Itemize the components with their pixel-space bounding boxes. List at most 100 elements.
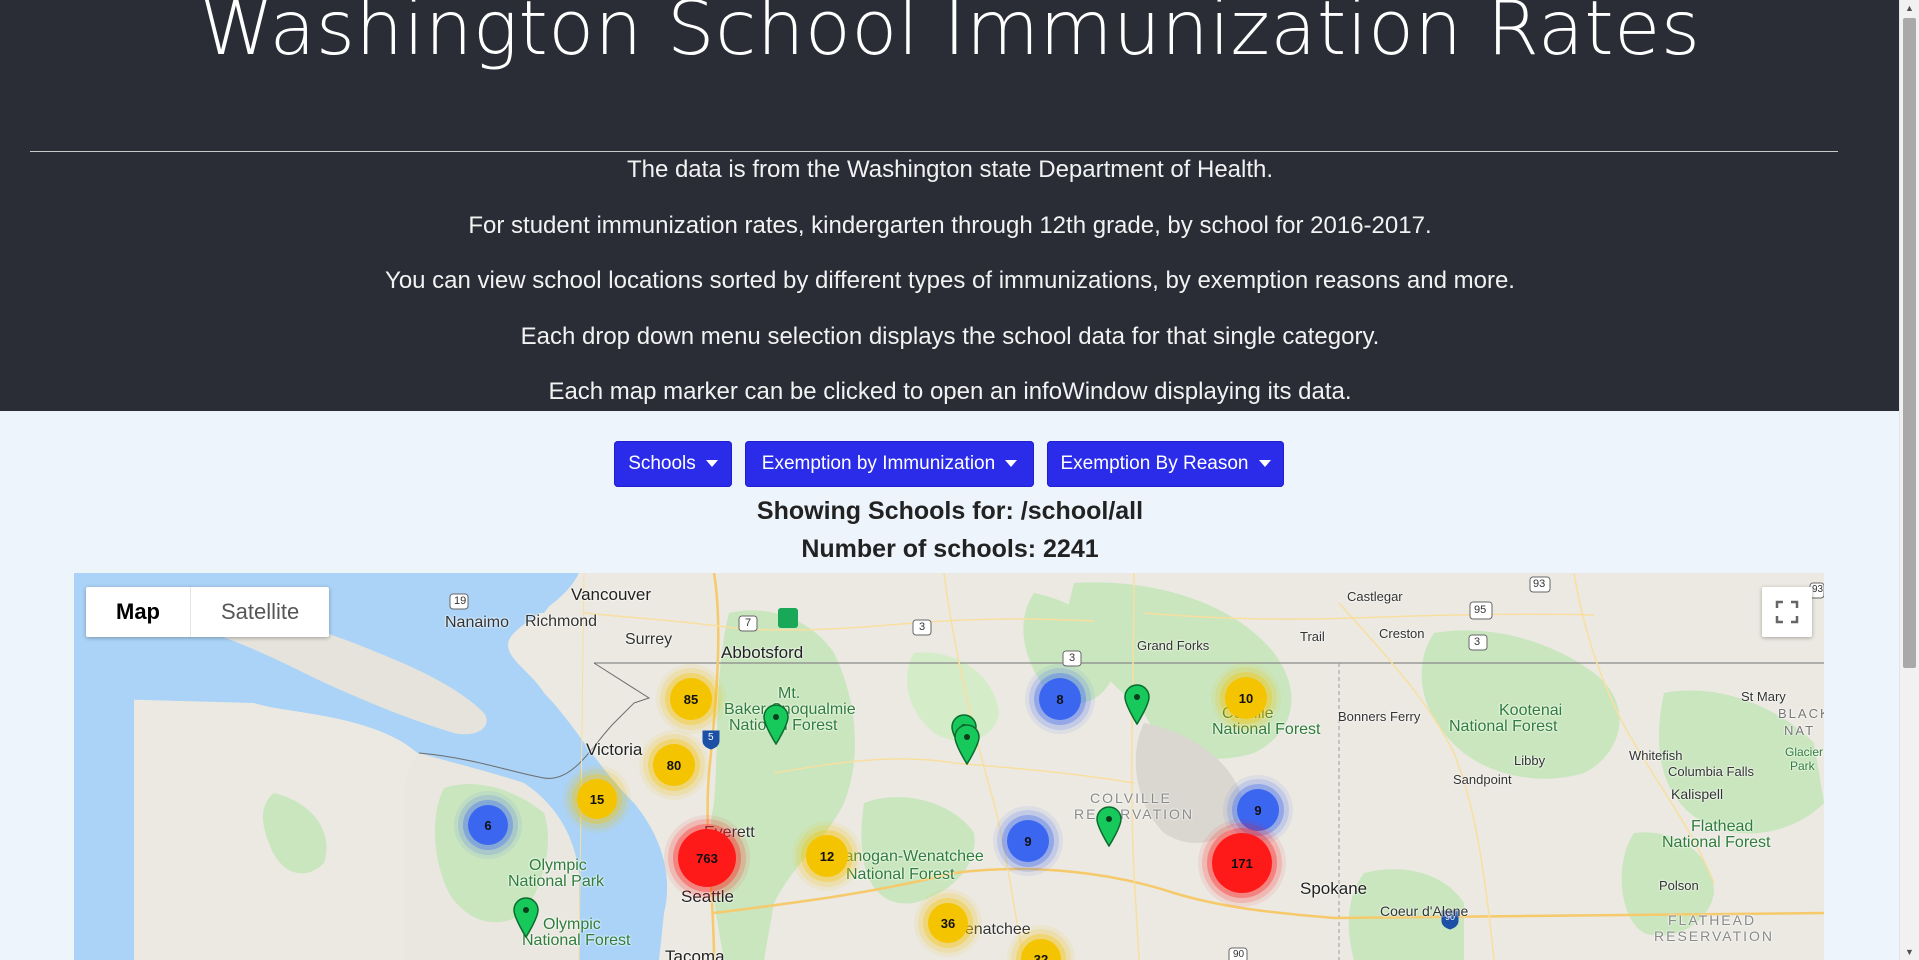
school-cluster-marker[interactable]: 85: [670, 678, 712, 720]
route-shield-label: 3: [1474, 636, 1481, 648]
route-shield-label: 93: [1533, 578, 1546, 590]
school-cluster-marker[interactable]: 12: [806, 835, 848, 877]
map-type-satellite-button[interactable]: Satellite: [191, 587, 329, 637]
place-label: Seattle: [681, 887, 734, 906]
route-shield-label: 19: [454, 595, 467, 607]
place-label: BLACK: [1778, 706, 1824, 721]
cluster-count: 36: [940, 915, 956, 931]
cluster-count: 12: [819, 848, 835, 864]
place-label: Abbotsford: [721, 643, 804, 662]
place-label: Whitefish: [1629, 748, 1683, 763]
scroll-down-icon[interactable]: ▼: [1900, 944, 1919, 960]
cluster-count: 10: [1238, 690, 1254, 706]
place-label: COLVILLE: [1090, 790, 1172, 806]
place-label: Polson: [1659, 878, 1699, 893]
place-label: National Forest: [1662, 834, 1771, 851]
description-line: You can view school locations sorted by …: [385, 267, 1515, 294]
page-scrollbar[interactable]: ▲ ▼: [1899, 0, 1919, 960]
route-shield-label: 90: [1233, 949, 1245, 960]
place-label: Park: [1790, 759, 1815, 773]
description-line: Each drop down menu selection displays t…: [520, 323, 1380, 350]
cluster-count: 9: [1024, 833, 1032, 849]
page-title: Washington School Immunization Rates: [199, 0, 1701, 72]
place-label: St Mary: [1741, 689, 1786, 704]
place-label: Spokane: [1300, 879, 1368, 898]
route-shield-label: 3: [1069, 652, 1076, 664]
exemption-by-reason-dropdown-button[interactable]: Exemption By Reason: [1047, 441, 1284, 487]
cluster-count: 6: [484, 817, 492, 833]
page-header: Washington School Immunization Rates The…: [0, 0, 1900, 411]
map-type-control: Map Satellite: [86, 587, 330, 637]
caret-down-icon: [705, 459, 718, 467]
school-cluster-marker[interactable]: 9: [1007, 820, 1049, 862]
place-label: Grand Forks: [1137, 638, 1210, 653]
map-background: [74, 573, 1824, 960]
cluster-count: 9: [1254, 802, 1262, 818]
place-label: RESERVATION: [1074, 806, 1195, 822]
cluster-count: 763: [696, 850, 718, 866]
place-label: National Forest: [846, 866, 955, 883]
fullscreen-button[interactable]: [1762, 587, 1812, 637]
caret-down-icon: [1258, 459, 1271, 467]
place-label: Libby: [1514, 753, 1546, 768]
place-label: National Forest: [1449, 718, 1558, 735]
place-label: Vancouver: [571, 585, 652, 604]
place-label: NAT: [1784, 723, 1816, 738]
header-divider: [30, 151, 1838, 152]
exemption-by-immunization-label: Exemption by Immunization: [761, 453, 996, 474]
school-marker-pin[interactable]: [952, 723, 982, 765]
place-label: Coeur d'Alene: [1380, 903, 1469, 919]
place-label: Trail: [1300, 629, 1325, 644]
map-view[interactable]: 19 7 3 3 5 95 93 3 93 90 90 Vancouver Na…: [74, 573, 1824, 960]
school-marker-pin[interactable]: [511, 896, 541, 938]
cluster-count: 85: [683, 691, 699, 707]
place-label: Richmond: [525, 613, 598, 630]
showing-schools-text: Showing Schools for: /school/all: [756, 497, 1144, 525]
place-label: Tacoma: [665, 947, 725, 960]
scroll-up-icon[interactable]: ▲: [1900, 0, 1919, 16]
school-marker-pin[interactable]: [761, 703, 791, 745]
map-type-map-button[interactable]: Map: [86, 587, 191, 637]
school-cluster-marker[interactable]: 10: [1225, 677, 1267, 719]
exemption-by-immunization-dropdown-button[interactable]: Exemption by Immunization: [745, 441, 1034, 487]
caret-down-icon: [1005, 459, 1018, 467]
route-shield-label: 5: [708, 732, 714, 743]
place-label: Bonners Ferry: [1338, 709, 1421, 724]
place-label: Victoria: [586, 740, 643, 759]
route-shield-label: 7: [745, 617, 752, 629]
place-label: Glacier: [1785, 745, 1824, 759]
school-cluster-marker[interactable]: 15: [577, 779, 617, 819]
route-shield-label: 93: [1812, 584, 1824, 595]
school-cluster-marker[interactable]: 8: [1039, 678, 1081, 720]
cluster-count: 32: [1033, 951, 1049, 960]
place-label: National Park: [508, 873, 605, 890]
school-cluster-marker[interactable]: 9: [1237, 789, 1279, 831]
description-line: The data is from the Washington state De…: [626, 156, 1274, 183]
school-cluster-marker[interactable]: 763: [678, 829, 736, 887]
place-label: Columbia Falls: [1668, 764, 1754, 779]
scrollbar-thumb[interactable]: [1903, 18, 1916, 668]
place-label: Nanaimo: [445, 614, 510, 631]
place-label: FLATHEAD: [1668, 912, 1757, 928]
fullscreen-icon: [1775, 600, 1799, 624]
route-shield-label: 95: [1474, 604, 1487, 616]
place-label: Kalispell: [1671, 786, 1724, 802]
school-marker-pin[interactable]: [1122, 683, 1152, 725]
place-label: Surrey: [625, 631, 673, 648]
school-cluster-marker[interactable]: 80: [653, 744, 695, 786]
place-label: Castlegar: [1347, 589, 1403, 604]
place-label: Sandpoint: [1453, 772, 1512, 787]
route-shield-label: 3: [919, 621, 926, 633]
school-count-text: Number of schools: 2241: [801, 535, 1099, 563]
school-cluster-marker[interactable]: 171: [1212, 833, 1272, 893]
school-cluster-marker[interactable]: 6: [468, 805, 508, 845]
schools-dropdown-button[interactable]: Schools: [614, 441, 732, 487]
cluster-count: 80: [666, 757, 682, 773]
description-line: For student immunization rates, kinderga…: [468, 212, 1432, 239]
description-line: Each map marker can be clicked to open a…: [548, 378, 1352, 405]
school-marker-pin[interactable]: [1094, 805, 1124, 847]
cluster-count: 8: [1056, 691, 1064, 707]
cluster-count: 171: [1231, 855, 1253, 871]
school-cluster-marker[interactable]: 36: [928, 903, 968, 943]
exemption-by-reason-label: Exemption By Reason: [1060, 453, 1249, 474]
